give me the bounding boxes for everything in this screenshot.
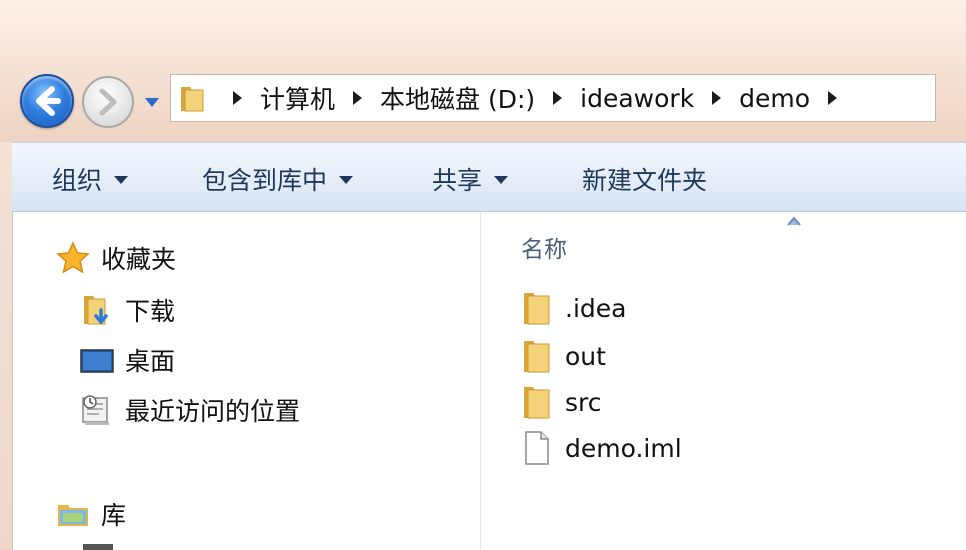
downloads-folder-icon bbox=[84, 296, 108, 325]
recent-places-icon bbox=[82, 395, 109, 425]
explorer-content: 收藏夹 下载 桌面 最近访问的位置 库 名称 .idea out src dem… bbox=[12, 212, 966, 550]
libraries-icon bbox=[58, 505, 88, 526]
desktop-icon bbox=[80, 349, 114, 373]
chevron-down-icon bbox=[494, 176, 509, 184]
navigation-pane: 收藏夹 下载 桌面 最近访问的位置 库 bbox=[13, 212, 481, 550]
breadcrumb-separator[interactable] bbox=[353, 91, 363, 105]
recent-pages-dropdown-icon[interactable] bbox=[142, 94, 162, 110]
column-header-name[interactable]: 名称 bbox=[521, 230, 567, 264]
breadcrumb-demo[interactable]: demo bbox=[739, 84, 810, 113]
include-in-library-button[interactable]: 包含到库中 bbox=[202, 161, 354, 197]
nav-next-item-partial bbox=[83, 544, 113, 550]
nav-desktop[interactable]: 桌面 bbox=[79, 342, 175, 378]
nav-desktop-label: 桌面 bbox=[125, 347, 176, 376]
nav-libraries-label: 库 bbox=[101, 501, 127, 530]
include-in-library-label: 包含到库中 bbox=[202, 166, 328, 195]
organize-button[interactable]: 组织 bbox=[52, 161, 129, 197]
nav-downloads[interactable]: 下载 bbox=[79, 292, 175, 328]
file-item-out[interactable]: out bbox=[521, 338, 606, 374]
breadcrumb-separator[interactable] bbox=[712, 91, 722, 105]
breadcrumb-separator[interactable] bbox=[553, 91, 563, 105]
nav-libraries[interactable]: 库 bbox=[55, 496, 126, 532]
folder-icon bbox=[524, 293, 550, 325]
nav-favorites-label: 收藏夹 bbox=[101, 245, 177, 274]
share-label: 共享 bbox=[432, 166, 483, 195]
file-list-pane: 名称 .idea out src demo.iml bbox=[481, 212, 966, 550]
breadcrumb-computer[interactable]: 计算机 bbox=[260, 80, 335, 116]
folder-icon bbox=[524, 387, 550, 419]
back-arrow-icon bbox=[36, 86, 61, 116]
nav-recent-places-label: 最近访问的位置 bbox=[125, 397, 301, 426]
chevron-down-icon bbox=[339, 176, 354, 184]
forward-button[interactable] bbox=[82, 76, 134, 128]
star-icon bbox=[56, 241, 90, 274]
breadcrumb-separator[interactable] bbox=[828, 91, 838, 105]
file-name: .idea bbox=[565, 293, 627, 323]
address-bar[interactable]: 计算机 本地磁盘 (D:) ideawork demo bbox=[170, 74, 936, 122]
new-folder-button[interactable]: 新建文件夹 bbox=[582, 161, 707, 197]
share-button[interactable]: 共享 bbox=[432, 161, 509, 197]
command-toolbar: 组织 包含到库中 共享 新建文件夹 bbox=[12, 142, 966, 212]
organize-label: 组织 bbox=[52, 166, 103, 195]
file-item-src[interactable]: src bbox=[521, 384, 602, 420]
folder-icon bbox=[524, 341, 550, 373]
nav-downloads-label: 下载 bbox=[125, 297, 176, 326]
folder-icon bbox=[181, 87, 204, 112]
file-name: out bbox=[565, 341, 606, 371]
file-item-idea[interactable]: .idea bbox=[521, 290, 626, 326]
sort-ascending-icon bbox=[787, 216, 801, 226]
forward-arrow-icon bbox=[99, 88, 117, 116]
nav-recent-places[interactable]: 最近访问的位置 bbox=[79, 392, 300, 428]
back-button[interactable] bbox=[20, 74, 74, 128]
breadcrumb-local-disk-d[interactable]: 本地磁盘 (D:) bbox=[380, 80, 535, 116]
file-name: src bbox=[565, 387, 602, 417]
breadcrumb-ideawork[interactable]: ideawork bbox=[580, 84, 694, 113]
breadcrumb-separator[interactable] bbox=[233, 91, 242, 105]
document-icon bbox=[525, 431, 549, 465]
chevron-down-icon bbox=[114, 176, 129, 184]
file-name: demo.iml bbox=[565, 433, 682, 463]
new-folder-label: 新建文件夹 bbox=[582, 166, 708, 195]
nav-favorites[interactable]: 收藏夹 bbox=[55, 240, 176, 276]
file-item-demo-iml[interactable]: demo.iml bbox=[521, 430, 682, 466]
